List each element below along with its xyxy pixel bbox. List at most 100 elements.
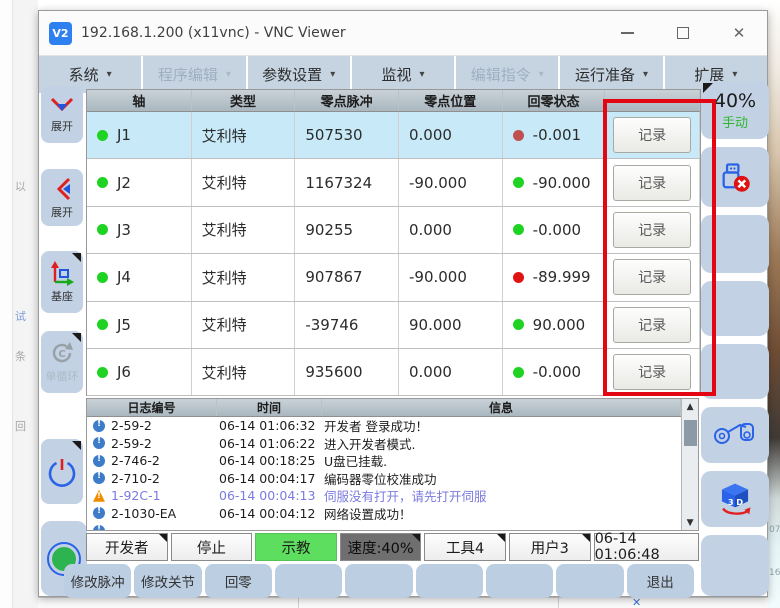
power-button[interactable] bbox=[41, 439, 83, 504]
axis-enabled-dot bbox=[97, 177, 108, 188]
minimize-button[interactable] bbox=[599, 11, 655, 55]
axis-enabled-dot bbox=[97, 130, 108, 141]
chevron-down-icon: ▾ bbox=[643, 69, 648, 80]
log-id-cell: 2-746-2 bbox=[87, 453, 217, 468]
record-button[interactable]: 记录 bbox=[613, 259, 691, 295]
status-badge[interactable]: 开发者 bbox=[86, 533, 168, 561]
table-row[interactable]: J6 艾利特 935600 0.000 -0.000 记录 bbox=[87, 349, 700, 396]
table-row[interactable]: J2 艾利特 1167324 -90.000 -90.000 记录 bbox=[87, 159, 700, 206]
log-time-cell: 06-14 01:06:32 bbox=[217, 418, 322, 433]
function-button[interactable] bbox=[345, 564, 412, 598]
menu-item[interactable]: 编辑指令 ▾ bbox=[456, 56, 558, 93]
expand-left-button[interactable]: 展开 bbox=[41, 169, 83, 226]
homing-status-value: 90.000 bbox=[533, 316, 586, 334]
function-button[interactable]: 退出 bbox=[627, 564, 694, 598]
log-row[interactable]: 2-746-2 06-14 00:18:25 U盘已挂载. bbox=[87, 452, 681, 470]
record-cell: 记录 bbox=[605, 349, 700, 395]
single-cycle-button[interactable]: C 单循环 bbox=[41, 331, 83, 393]
function-button[interactable] bbox=[556, 564, 623, 598]
homing-status-cell: -0.001 bbox=[503, 112, 606, 158]
base-frame-button[interactable]: 基座 bbox=[41, 251, 83, 313]
menu-item-label: 编辑指令 bbox=[471, 64, 531, 85]
record-cell: 记录 bbox=[605, 254, 700, 300]
log-level-icon bbox=[93, 472, 105, 484]
homing-status-cell: -0.000 bbox=[503, 349, 606, 395]
table-row[interactable]: J1 艾利特 507530 0.000 -0.001 记录 bbox=[87, 112, 700, 159]
function-button[interactable]: 修改关节 bbox=[134, 564, 201, 598]
log-message-cell: 网络设置成功！ bbox=[322, 504, 681, 523]
status-badge[interactable]: 停止 bbox=[171, 533, 253, 561]
maximize-button[interactable] bbox=[655, 11, 711, 55]
function-button[interactable] bbox=[416, 564, 483, 598]
menu-item-label: 运行准备 bbox=[575, 64, 635, 85]
status-badge[interactable]: 工具4 bbox=[424, 533, 506, 561]
scroll-up-icon[interactable] bbox=[687, 399, 694, 414]
title-bar[interactable]: V2 192.168.1.200 (x11vnc) - VNC Viewer bbox=[39, 11, 767, 56]
column-header-log-id: 日志编号 bbox=[87, 399, 217, 416]
record-button[interactable]: 记录 bbox=[613, 117, 691, 153]
record-button[interactable]: 记录 bbox=[613, 212, 691, 248]
speed-mode-button[interactable]: 40% 手动 bbox=[701, 81, 769, 139]
menu-item-label: 程序编辑 bbox=[158, 64, 218, 85]
homing-status-dot bbox=[513, 272, 524, 283]
axis-cell: J1 bbox=[87, 112, 192, 158]
log-row[interactable]: 2-59-2 06-14 01:06:22 进入开发者模式. bbox=[87, 435, 681, 453]
record-cell: 记录 bbox=[605, 207, 700, 253]
close-button[interactable] bbox=[711, 11, 767, 55]
chevron-down-icon: ▾ bbox=[330, 69, 335, 80]
usb-disconnect-button[interactable] bbox=[701, 147, 769, 207]
log-id-cell: 2-710-2 bbox=[87, 471, 217, 486]
background-line bbox=[558, 598, 559, 608]
record-button[interactable]: 记录 bbox=[613, 165, 691, 201]
axis-table-body: J1 艾利特 507530 0.000 -0.001 记录 bbox=[87, 112, 700, 396]
scrollbar-thumb[interactable] bbox=[684, 420, 697, 446]
3d-view-button[interactable]: 3 D bbox=[701, 471, 769, 527]
log-row[interactable]: 2-1030-EA 06-14 00:04:12 网络设置成功！ bbox=[87, 505, 681, 523]
expand-down-button[interactable]: 展开 bbox=[41, 86, 83, 143]
axis-enabled-dot bbox=[97, 224, 108, 235]
axis-name: J5 bbox=[117, 316, 131, 334]
log-message-cell: 进入开发者模式. bbox=[322, 434, 681, 453]
type-cell: 艾利特 bbox=[192, 159, 296, 205]
log-row[interactable]: 2-710-2 06-14 00:04:17 编码器零位校准成功 bbox=[87, 470, 681, 488]
function-button[interactable]: 修改脉冲 bbox=[64, 564, 131, 598]
menu-bar: 系统 ▾ 程序编辑 ▾ 参数设置 ▾ 监视 ▾ bbox=[39, 56, 767, 93]
log-row[interactable]: 1-92C-1 06-14 00:04:13 伺服没有打开，请先打开伺服 bbox=[87, 487, 681, 505]
column-header-type: 类型 bbox=[192, 90, 296, 111]
blank-panel-button[interactable] bbox=[701, 281, 769, 336]
log-time-cell: 06-14 00:18:25 bbox=[217, 453, 322, 468]
record-button[interactable]: 记录 bbox=[613, 354, 691, 390]
window-title: 192.168.1.200 (x11vnc) - VNC Viewer bbox=[81, 25, 346, 41]
menu-item[interactable]: 运行准备 ▾ bbox=[560, 56, 662, 93]
log-row[interactable]: 2-59-2 06-14 01:06:32 开发者 登录成功！ bbox=[87, 417, 681, 435]
function-button[interactable] bbox=[486, 564, 553, 598]
status-badge[interactable]: 用户3 bbox=[509, 533, 591, 561]
scroll-down-icon[interactable] bbox=[687, 515, 694, 530]
scrollbar-track[interactable] bbox=[682, 414, 698, 515]
log-id: 2-1030-EA bbox=[111, 506, 176, 521]
function-button[interactable]: 回零 bbox=[205, 564, 272, 598]
blank-panel-button[interactable] bbox=[701, 535, 769, 596]
record-button[interactable]: 记录 bbox=[613, 307, 691, 343]
axis-name: J3 bbox=[117, 221, 131, 239]
log-scrollbar[interactable] bbox=[681, 399, 698, 530]
blank-panel-button[interactable] bbox=[701, 215, 769, 273]
zero-pulse-cell: 907867 bbox=[295, 254, 399, 300]
menu-item[interactable]: 程序编辑 ▾ bbox=[143, 56, 245, 93]
robot-view-button[interactable] bbox=[701, 407, 769, 463]
table-row[interactable]: J3 艾利特 90255 0.000 -0.000 记录 bbox=[87, 207, 700, 254]
log-row[interactable] bbox=[87, 522, 681, 530]
status-badge[interactable]: 示教 bbox=[255, 533, 337, 561]
table-row[interactable]: J5 艾利特 -39746 90.000 90.000 记录 bbox=[87, 302, 700, 349]
menu-item[interactable]: 监视 ▾ bbox=[352, 56, 454, 93]
menu-item[interactable]: 参数设置 ▾ bbox=[248, 56, 350, 93]
background-text-fragment: 条 bbox=[15, 348, 26, 364]
axis-cell: J5 bbox=[87, 302, 192, 348]
status-badge[interactable]: 06-14 01:06:48 bbox=[594, 533, 699, 561]
function-button[interactable] bbox=[275, 564, 342, 598]
blank-panel-button[interactable] bbox=[701, 344, 769, 399]
table-row[interactable]: J4 艾利特 907867 -90.000 -89.999 记录 bbox=[87, 254, 700, 301]
chevron-down-icon: ▾ bbox=[539, 69, 544, 80]
svg-text:3: 3 bbox=[728, 497, 734, 507]
status-badge[interactable]: 速度:40% bbox=[340, 533, 422, 561]
